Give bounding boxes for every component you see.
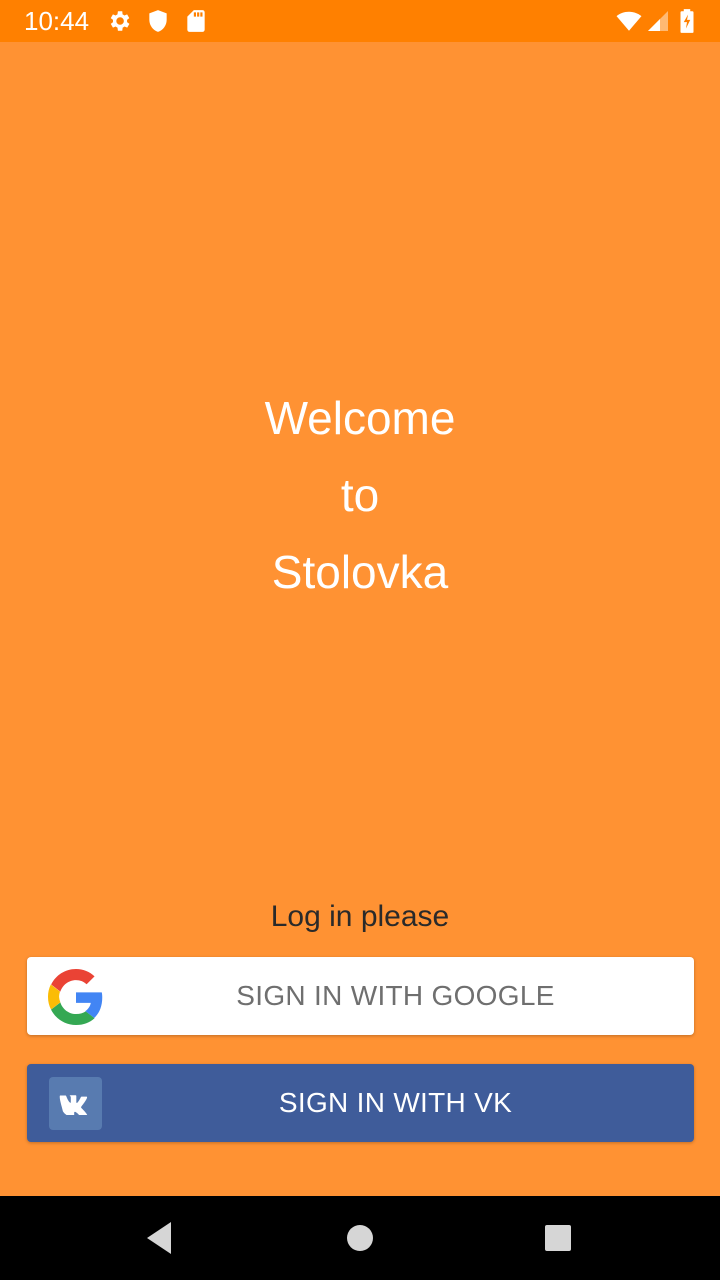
welcome-line-2: to (340, 469, 380, 521)
welcome-line-1: Welcome (264, 392, 456, 444)
gear-icon (106, 8, 132, 34)
vk-logo-icon (49, 1077, 102, 1130)
status-bar: 10:44 (0, 0, 720, 42)
wifi-icon (614, 8, 644, 34)
vk-sign-in-button[interactable]: SIGN IN WITH VK (27, 1064, 694, 1142)
signal-icon (646, 8, 670, 34)
welcome-line-3: Stolovka (271, 546, 449, 598)
battery-icon (678, 8, 696, 34)
shield-icon (145, 8, 171, 34)
navigation-bar (0, 1196, 720, 1280)
google-sign-in-label: SIGN IN WITH GOOGLE (236, 980, 555, 1011)
recents-icon[interactable] (538, 1218, 578, 1258)
sd-card-icon (183, 8, 209, 34)
google-sign-in-button[interactable]: SIGN IN WITH GOOGLE (27, 957, 694, 1035)
back-icon[interactable] (140, 1218, 180, 1258)
home-icon[interactable] (340, 1218, 380, 1258)
login-hint: Log in please (270, 900, 450, 933)
welcome-title: Welcome to Stolovka (0, 380, 720, 611)
status-time: 10:44 (24, 6, 90, 36)
google-logo-icon (48, 969, 104, 1025)
vk-sign-in-label: SIGN IN WITH VK (278, 1087, 513, 1118)
login-screen: 10:44 Welcome to Stolovka Log in please (0, 0, 720, 1280)
